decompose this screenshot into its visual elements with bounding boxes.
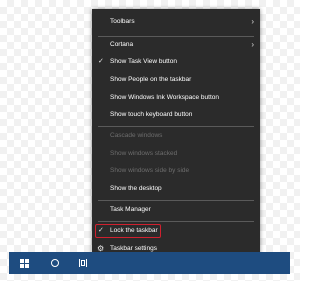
menu-item-lock-the-taskbar[interactable]: ✓ Lock the taskbar <box>92 222 260 240</box>
menu-item-cortana[interactable]: Cortana › <box>92 36 260 54</box>
menu-item-label: Show the desktop <box>110 185 162 192</box>
menu-item-label: Show Windows Ink Workspace button <box>110 94 219 101</box>
menu-item-toolbars[interactable]: Toolbars › <box>92 13 260 31</box>
screenshot-stage: Toolbars › Cortana › ✓ Show Task View bu… <box>0 0 300 281</box>
menu-item-show-people[interactable]: Show People on the taskbar <box>92 71 260 89</box>
menu-item-show-windows-ink[interactable]: Show Windows Ink Workspace button <box>92 89 260 107</box>
menu-item-label: Toolbars <box>110 18 135 25</box>
cortana-icon[interactable] <box>51 259 59 267</box>
taskbar-context-menu: Toolbars › Cortana › ✓ Show Task View bu… <box>92 9 260 260</box>
menu-item-label: Lock the taskbar <box>110 227 158 234</box>
menu-item-label: Show windows stacked <box>110 150 178 157</box>
menu-item-task-manager[interactable]: Task Manager <box>92 201 260 219</box>
menu-item-label: Show Task View button <box>110 58 177 65</box>
menu-item-cascade-windows: Cascade windows <box>92 127 260 145</box>
menu-item-label: Show windows side by side <box>110 167 190 174</box>
menu-item-label: Cortana <box>110 41 134 48</box>
chevron-right-icon: › <box>251 40 254 49</box>
chevron-right-icon: › <box>251 17 254 26</box>
windows-start-icon[interactable] <box>20 259 29 268</box>
menu-item-label: Show touch keyboard button <box>110 111 193 118</box>
menu-item-show-the-desktop[interactable]: Show the desktop <box>92 180 260 198</box>
menu-item-show-task-view-button[interactable]: ✓ Show Task View button <box>92 53 260 71</box>
menu-item-label: Show People on the taskbar <box>110 76 192 83</box>
checkmark-icon: ✓ <box>98 58 104 65</box>
menu-item-label: Cascade windows <box>110 132 163 139</box>
menu-item-show-windows-side-by-side: Show windows side by side <box>92 162 260 180</box>
menu-item-label: Task Manager <box>110 206 151 213</box>
menu-item-show-touch-keyboard[interactable]: Show touch keyboard button <box>92 106 260 124</box>
menu-item-show-windows-stacked: Show windows stacked <box>92 145 260 163</box>
task-view-icon[interactable] <box>78 258 88 268</box>
checkmark-icon: ✓ <box>98 227 104 234</box>
taskbar <box>9 252 290 274</box>
